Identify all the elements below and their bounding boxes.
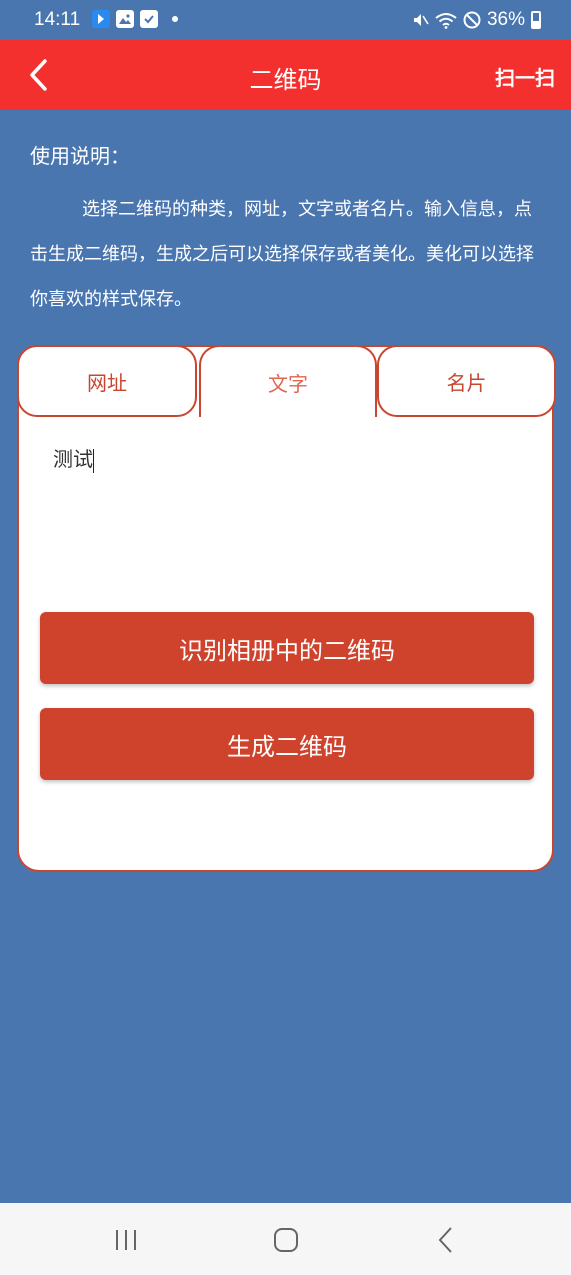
home-button[interactable] [266,1225,306,1255]
tab-url[interactable]: 网址 [17,345,197,417]
notification-app-icon [92,10,110,28]
recent-apps-button[interactable] [106,1225,146,1255]
recent-apps-icon [116,1230,136,1250]
text-input-value: 测试 [53,447,93,471]
instructions-body: 选择二维码的种类，网址，文字或者名片。输入信息，点击生成二维码，生成之后可以选择… [30,199,534,310]
system-nav-bar [0,1203,571,1275]
home-icon [274,1228,298,1252]
status-time: 14:11 [34,9,81,30]
battery-percentage: 36% [486,9,525,30]
back-icon [438,1227,452,1253]
battery-icon [531,11,541,29]
checkbox-icon [140,10,158,28]
text-caret [93,448,94,473]
text-input[interactable]: 测试 [53,443,513,583]
dot-icon [172,16,178,22]
tab-text[interactable]: 文字 [199,345,377,417]
generate-qr-button[interactable]: 生成二维码 [40,708,534,780]
qr-type-tabs: 网址 文字 名片 [17,345,556,417]
app-bar: 二维码 扫一扫 [0,40,571,110]
instructions-title: 使用说明： [30,144,130,168]
recognize-from-album-button[interactable]: 识别相册中的二维码 [40,612,534,684]
status-bar: 14:11 36% [0,0,571,40]
no-disturb-icon [463,11,481,29]
instructions: 使用说明： 选择二维码的种类，网址，文字或者名片。输入信息，点击生成二维码，生成… [30,140,545,322]
status-notification-icons [92,10,178,28]
nav-back-button[interactable] [426,1225,466,1255]
status-system-icons: 36% [411,9,541,31]
wifi-icon [435,13,457,29]
tab-business-card[interactable]: 名片 [377,345,556,417]
qr-input-card: 网址 文字 名片 测试 识别相册中的二维码 生成二维码 [17,345,556,872]
scan-button[interactable]: 扫一扫 [495,62,555,91]
image-icon [116,10,134,28]
page-title: 二维码 [249,66,322,94]
mute-icon [413,14,429,26]
